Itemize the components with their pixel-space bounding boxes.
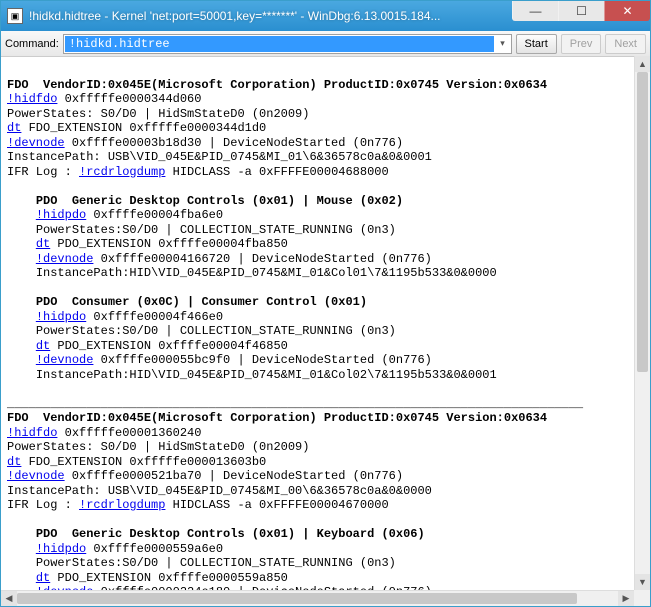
hidpdo-arg: 0xffffe0000559a6e0: [86, 542, 223, 556]
devnode-link[interactable]: !devnode: [36, 353, 94, 367]
dt-arg: PDO_EXTENSION 0xffffe00004fba850: [50, 237, 288, 251]
rcdrlogdump-link[interactable]: !rcdrlogdump: [79, 165, 165, 179]
pdo-header: PDO Consumer (0x0C) | Consumer Control (…: [36, 295, 367, 309]
power-line: PowerStates: S0/D0 | HidSmStateD0 (0n200…: [7, 440, 309, 454]
devnode-arg: 0xffffe00004166720 | DeviceNodeStarted (…: [93, 252, 431, 266]
minimize-button[interactable]: —: [512, 1, 558, 21]
dt-arg: FDO_EXTENSION 0xfffffe0000344d1d0: [21, 121, 266, 135]
dt-link[interactable]: dt: [36, 571, 50, 585]
fdo-header: FDO VendorID:0x045E(Microsoft Corporatio…: [7, 411, 547, 425]
instpath-line: InstancePath: USB\VID_045E&PID_0745&MI_0…: [7, 150, 432, 164]
next-button[interactable]: Next: [605, 34, 646, 54]
devnode-arg: 0xffffe000055bc9f0 | DeviceNodeStarted (…: [93, 353, 431, 367]
scroll-up-button[interactable]: ▲: [635, 56, 650, 72]
hidpdo-link[interactable]: !hidpdo: [36, 208, 86, 222]
power-line: PowerStates:S0/D0 | COLLECTION_STATE_RUN…: [36, 556, 396, 570]
command-input[interactable]: [65, 36, 494, 52]
titlebar[interactable]: ▣ !hidkd.hidtree - Kernel 'net:port=5000…: [1, 1, 650, 31]
scroll-thumb-h[interactable]: [17, 593, 577, 604]
fdo-header: FDO VendorID:0x045E(Microsoft Corporatio…: [7, 78, 547, 92]
hidpdo-link[interactable]: !hidpdo: [36, 542, 86, 556]
pdo-header: PDO Generic Desktop Controls (0x01) | Ke…: [36, 527, 425, 541]
dt-arg: FDO_EXTENSION 0xfffffe000013603b0: [21, 455, 266, 469]
ifr-prefix: IFR Log :: [7, 498, 79, 512]
devnode-arg: 0xffffe00003b18d30 | DeviceNodeStarted (…: [65, 136, 403, 150]
hidfdo-arg: 0xfffffe0000344d060: [57, 92, 201, 106]
hidfdo-arg: 0xfffffe00001360240: [57, 426, 201, 440]
hidfdo-link[interactable]: !hidfdo: [7, 426, 57, 440]
ifr-arg: HIDCLASS -a 0xFFFFE00004688000: [165, 165, 388, 179]
power-line: PowerStates:S0/D0 | COLLECTION_STATE_RUN…: [36, 324, 396, 338]
power-line: PowerStates: S0/D0 | HidSmStateD0 (0n200…: [7, 107, 309, 121]
window-title: !hidkd.hidtree - Kernel 'net:port=50001,…: [29, 9, 512, 23]
horizontal-scrollbar[interactable]: ◀ ▶: [1, 590, 634, 606]
devnode-link[interactable]: !devnode: [7, 136, 65, 150]
instpath-line: InstancePath:HID\VID_045E&PID_0745&MI_01…: [36, 266, 497, 280]
ifr-prefix: IFR Log :: [7, 165, 79, 179]
dt-link[interactable]: dt: [36, 339, 50, 353]
dt-link[interactable]: dt: [7, 455, 21, 469]
hidpdo-arg: 0xffffe00004f466e0: [86, 310, 223, 324]
dt-link[interactable]: dt: [7, 121, 21, 135]
maximize-button[interactable]: ☐: [558, 1, 604, 21]
hidpdo-arg: 0xffffe00004fba6e0: [86, 208, 223, 222]
dt-arg: PDO_EXTENSION 0xffffe00004f46850: [50, 339, 288, 353]
prev-button[interactable]: Prev: [561, 34, 602, 54]
hr: ________________________________________…: [7, 397, 583, 411]
scrollbar-corner: [634, 590, 650, 606]
devnode-link[interactable]: !devnode: [36, 252, 94, 266]
vertical-scrollbar[interactable]: ▲ ▼: [634, 56, 650, 590]
ifr-arg: HIDCLASS -a 0xFFFFE00004670000: [165, 498, 388, 512]
devnode-link[interactable]: !devnode: [7, 469, 65, 483]
command-input-wrap[interactable]: ▾: [63, 34, 512, 54]
start-button[interactable]: Start: [516, 34, 557, 54]
hidpdo-link[interactable]: !hidpdo: [36, 310, 86, 324]
window-buttons: — ☐ ✕: [512, 1, 650, 31]
rcdrlogdump-link[interactable]: !rcdrlogdump: [79, 498, 165, 512]
devnode-arg: 0xffffe0000521ba70 | DeviceNodeStarted (…: [65, 469, 403, 483]
hidfdo-link[interactable]: !hidfdo: [7, 92, 57, 106]
app-icon: ▣: [7, 8, 23, 24]
scroll-track[interactable]: [635, 72, 650, 574]
dt-arg: PDO_EXTENSION 0xffffe0000559a850: [50, 571, 288, 585]
power-line: PowerStates:S0/D0 | COLLECTION_STATE_RUN…: [36, 223, 396, 237]
close-button[interactable]: ✕: [604, 1, 650, 21]
dropdown-arrow-icon[interactable]: ▾: [495, 38, 511, 49]
command-label: Command:: [5, 38, 59, 50]
toolbar: Command: ▾ Start Prev Next: [1, 31, 650, 57]
scroll-down-button[interactable]: ▼: [635, 574, 650, 590]
instpath-line: InstancePath:HID\VID_045E&PID_0745&MI_01…: [36, 368, 497, 382]
pdo-header: PDO Generic Desktop Controls (0x01) | Mo…: [36, 194, 403, 208]
dt-link[interactable]: dt: [36, 237, 50, 251]
scroll-right-button[interactable]: ▶: [618, 591, 634, 606]
output-pane[interactable]: FDO VendorID:0x045E(Microsoft Corporatio…: [1, 57, 650, 606]
scroll-left-button[interactable]: ◀: [1, 591, 17, 606]
scroll-thumb[interactable]: [637, 72, 648, 372]
instpath-line: InstancePath: USB\VID_045E&PID_0745&MI_0…: [7, 484, 432, 498]
